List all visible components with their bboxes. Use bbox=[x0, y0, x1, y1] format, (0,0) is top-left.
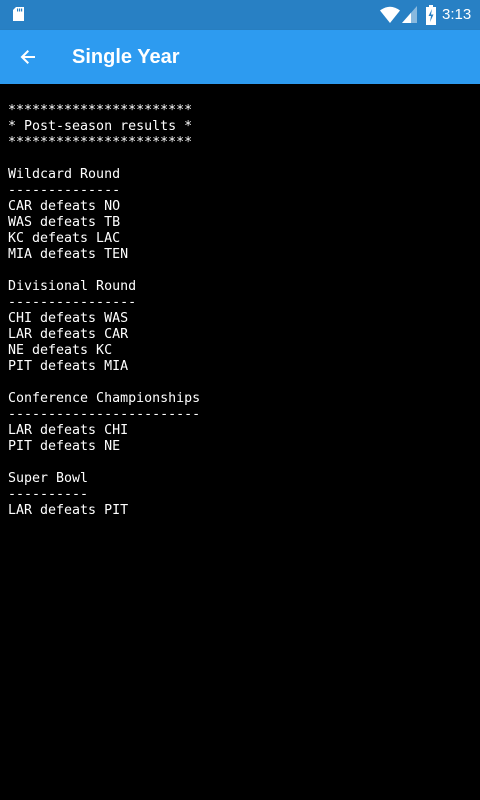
sd-card-icon bbox=[13, 7, 24, 21]
console-line: LAR defeats PIT bbox=[8, 503, 129, 518]
app-screen: 3:13 Single Year ***********************… bbox=[0, 0, 480, 800]
console-line: WAS defeats TB bbox=[8, 215, 121, 230]
back-button[interactable] bbox=[8, 35, 48, 79]
console-line: Wildcard Round bbox=[8, 167, 121, 182]
console-line: KC defeats LAC bbox=[8, 231, 121, 246]
console-line: Super Bowl bbox=[8, 471, 89, 486]
console-line: LAR defeats CAR bbox=[8, 327, 129, 342]
status-bar: 3:13 bbox=[0, 0, 480, 30]
console-line: ------------------------ bbox=[8, 407, 201, 422]
arrow-back-icon bbox=[20, 50, 35, 64]
console-line: PIT defeats NE bbox=[8, 439, 121, 454]
toolbar-title: Single Year bbox=[72, 46, 180, 68]
console-line: CHI defeats WAS bbox=[8, 311, 129, 326]
console-line: MIA defeats TEN bbox=[8, 247, 129, 262]
console-line: *********************** bbox=[8, 103, 193, 118]
battery-charging-icon bbox=[426, 5, 436, 25]
signal-icon bbox=[402, 6, 417, 23]
console-line: Divisional Round bbox=[8, 279, 137, 294]
console-line: NE defeats KC bbox=[8, 343, 113, 358]
console-line: ---------------- bbox=[8, 295, 137, 310]
wifi-icon bbox=[380, 6, 400, 23]
console-line: CAR defeats NO bbox=[8, 199, 121, 214]
console-line: *********************** bbox=[8, 135, 193, 150]
console-line: LAR defeats CHI bbox=[8, 423, 129, 438]
console-line: PIT defeats MIA bbox=[8, 359, 129, 374]
status-clock: 3:13 bbox=[442, 6, 472, 23]
console-line: Conference Championships bbox=[8, 391, 201, 406]
console-output: *********************** * Post-season res… bbox=[8, 103, 472, 519]
app-toolbar: Single Year bbox=[0, 30, 480, 84]
console-line: -------------- bbox=[8, 183, 121, 198]
console-line: ---------- bbox=[8, 487, 89, 502]
console-line: * Post-season results * bbox=[8, 119, 193, 134]
